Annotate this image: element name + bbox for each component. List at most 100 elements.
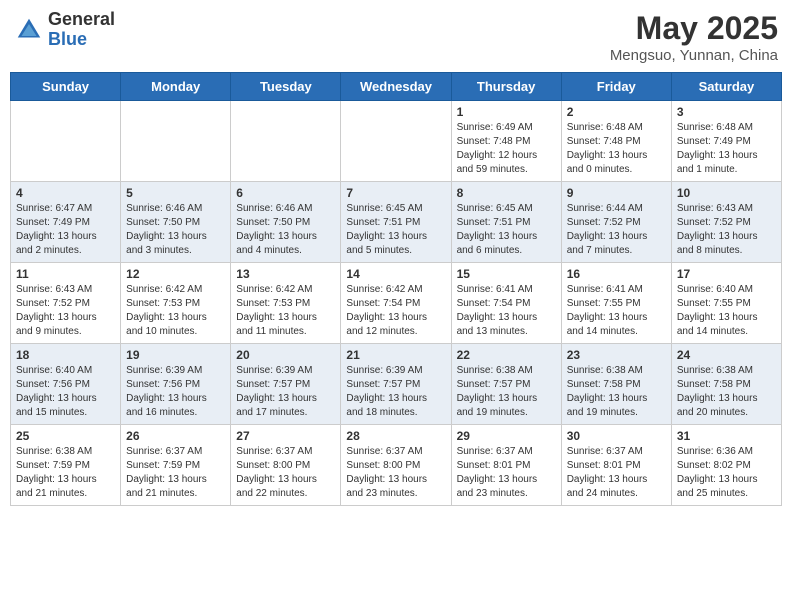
month-title: May 2025 bbox=[610, 10, 778, 47]
day-info: Sunrise: 6:42 AMSunset: 7:53 PMDaylight:… bbox=[236, 283, 335, 339]
day-info: Sunrise: 6:39 AMSunset: 7:57 PMDaylight:… bbox=[346, 364, 445, 420]
day-info: Sunrise: 6:45 AMSunset: 7:51 PMDaylight:… bbox=[457, 202, 556, 258]
day-number: 27 bbox=[236, 429, 335, 443]
calendar-cell: 18 Sunrise: 6:40 AMSunset: 7:56 PMDayligh… bbox=[11, 344, 121, 425]
calendar-cell: 26Sunrise: 6:37 AMSunset: 7:59 PMDayligh… bbox=[121, 425, 231, 506]
calendar-cell: 4 Sunrise: 6:47 AMSunset: 7:49 PMDaylight… bbox=[11, 182, 121, 263]
day-info: Sunrise: 6:37 AMSunset: 8:00 PMDaylight:… bbox=[236, 445, 335, 501]
day-number: 2 bbox=[567, 105, 666, 119]
day-number: 29 bbox=[457, 429, 556, 443]
day-info: Sunrise: 6:38 AMSunset: 7:58 PMDaylight:… bbox=[677, 364, 776, 420]
day-number: 19 bbox=[126, 348, 225, 362]
calendar-cell: 1Sunrise: 6:49 AMSunset: 7:48 PMDaylight… bbox=[451, 101, 561, 182]
day-info: Sunrise: 6:48 AMSunset: 7:49 PMDaylight:… bbox=[677, 121, 776, 177]
day-info: Sunrise: 6:41 AMSunset: 7:54 PMDaylight:… bbox=[457, 283, 556, 339]
day-info: Sunrise: 6:40 AMSunset: 7:55 PMDaylight:… bbox=[677, 283, 776, 339]
weekday-header-friday: Friday bbox=[561, 73, 671, 101]
calendar-cell: 17Sunrise: 6:40 AMSunset: 7:55 PMDayligh… bbox=[671, 263, 781, 344]
day-number: 3 bbox=[677, 105, 776, 119]
day-info: Sunrise: 6:46 AMSunset: 7:50 PMDaylight:… bbox=[236, 202, 335, 258]
calendar-cell: 21 Sunrise: 6:39 AMSunset: 7:57 PMDayligh… bbox=[341, 344, 451, 425]
day-info: Sunrise: 6:45 AMSunset: 7:51 PMDaylight:… bbox=[346, 202, 445, 258]
weekday-header-row: SundayMondayTuesdayWednesdayThursdayFrid… bbox=[11, 73, 782, 101]
calendar-cell: 15 Sunrise: 6:41 AMSunset: 7:54 PMDayligh… bbox=[451, 263, 561, 344]
day-info: Sunrise: 6:36 AMSunset: 8:02 PMDaylight:… bbox=[677, 445, 776, 501]
calendar-cell bbox=[341, 101, 451, 182]
day-number: 12 bbox=[126, 267, 225, 281]
day-info: Sunrise: 6:37 AMSunset: 8:00 PMDaylight:… bbox=[346, 445, 445, 501]
day-info: Sunrise: 6:39 AMSunset: 7:57 PMDaylight:… bbox=[236, 364, 335, 420]
day-number: 15 bbox=[457, 267, 556, 281]
calendar-cell bbox=[11, 101, 121, 182]
day-number: 7 bbox=[346, 186, 445, 200]
day-number: 31 bbox=[677, 429, 776, 443]
logo-icon bbox=[14, 15, 44, 45]
day-number: 30 bbox=[567, 429, 666, 443]
logo-text: General Blue bbox=[48, 10, 115, 50]
day-info: Sunrise: 6:46 AMSunset: 7:50 PMDaylight:… bbox=[126, 202, 225, 258]
day-number: 28 bbox=[346, 429, 445, 443]
day-info: Sunrise: 6:38 AMSunset: 7:57 PMDaylight:… bbox=[457, 364, 556, 420]
calendar-week-row: 18 Sunrise: 6:40 AMSunset: 7:56 PMDayligh… bbox=[11, 344, 782, 425]
calendar-cell: 5 Sunrise: 6:46 AMSunset: 7:50 PMDaylight… bbox=[121, 182, 231, 263]
calendar-cell: 23 Sunrise: 6:38 AMSunset: 7:58 PMDayligh… bbox=[561, 344, 671, 425]
logo: General Blue bbox=[14, 10, 115, 50]
day-number: 18 bbox=[16, 348, 115, 362]
day-number: 5 bbox=[126, 186, 225, 200]
calendar-cell: 19 Sunrise: 6:39 AMSunset: 7:56 PMDayligh… bbox=[121, 344, 231, 425]
day-info: Sunrise: 6:38 AMSunset: 7:58 PMDaylight:… bbox=[567, 364, 666, 420]
day-number: 8 bbox=[457, 186, 556, 200]
day-info: Sunrise: 6:43 AMSunset: 7:52 PMDaylight:… bbox=[16, 283, 115, 339]
calendar-cell: 2 Sunrise: 6:48 AMSunset: 7:48 PMDaylight… bbox=[561, 101, 671, 182]
day-number: 16 bbox=[567, 267, 666, 281]
day-number: 20 bbox=[236, 348, 335, 362]
day-number: 6 bbox=[236, 186, 335, 200]
weekday-header-wednesday: Wednesday bbox=[341, 73, 451, 101]
day-number: 14 bbox=[346, 267, 445, 281]
calendar-week-row: 4 Sunrise: 6:47 AMSunset: 7:49 PMDaylight… bbox=[11, 182, 782, 263]
logo-general: General bbox=[48, 10, 115, 30]
calendar-cell: 10Sunrise: 6:43 AMSunset: 7:52 PMDayligh… bbox=[671, 182, 781, 263]
weekday-header-saturday: Saturday bbox=[671, 73, 781, 101]
weekday-header-monday: Monday bbox=[121, 73, 231, 101]
calendar-cell: 13Sunrise: 6:42 AMSunset: 7:53 PMDayligh… bbox=[231, 263, 341, 344]
day-info: Sunrise: 6:47 AMSunset: 7:49 PMDaylight:… bbox=[16, 202, 115, 258]
day-number: 23 bbox=[567, 348, 666, 362]
calendar-cell: 3 Sunrise: 6:48 AMSunset: 7:49 PMDaylight… bbox=[671, 101, 781, 182]
calendar-cell: 20 Sunrise: 6:39 AMSunset: 7:57 PMDayligh… bbox=[231, 344, 341, 425]
day-info: Sunrise: 6:37 AMSunset: 8:01 PMDaylight:… bbox=[457, 445, 556, 501]
calendar-cell: 30 Sunrise: 6:37 AMSunset: 8:01 PMDayligh… bbox=[561, 425, 671, 506]
title-block: May 2025 Mengsuo, Yunnan, China bbox=[610, 10, 778, 64]
calendar-cell: 25 Sunrise: 6:38 AMSunset: 7:59 PMDayligh… bbox=[11, 425, 121, 506]
day-info: Sunrise: 6:38 AMSunset: 7:59 PMDaylight:… bbox=[16, 445, 115, 501]
calendar-cell: 14 Sunrise: 6:42 AMSunset: 7:54 PMDayligh… bbox=[341, 263, 451, 344]
calendar-cell: 24 Sunrise: 6:38 AMSunset: 7:58 PMDayligh… bbox=[671, 344, 781, 425]
calendar-cell: 28 Sunrise: 6:37 AMSunset: 8:00 PMDayligh… bbox=[341, 425, 451, 506]
day-info: Sunrise: 6:42 AMSunset: 7:54 PMDaylight:… bbox=[346, 283, 445, 339]
day-number: 4 bbox=[16, 186, 115, 200]
calendar-cell: 16Sunrise: 6:41 AMSunset: 7:55 PMDayligh… bbox=[561, 263, 671, 344]
day-number: 11 bbox=[16, 267, 115, 281]
page-header: General Blue May 2025 Mengsuo, Yunnan, C… bbox=[10, 10, 782, 64]
day-info: Sunrise: 6:48 AMSunset: 7:48 PMDaylight:… bbox=[567, 121, 666, 177]
weekday-header-tuesday: Tuesday bbox=[231, 73, 341, 101]
calendar-cell: 29 Sunrise: 6:37 AMSunset: 8:01 PMDayligh… bbox=[451, 425, 561, 506]
weekday-header-sunday: Sunday bbox=[11, 73, 121, 101]
day-number: 25 bbox=[16, 429, 115, 443]
calendar-cell: 6 Sunrise: 6:46 AMSunset: 7:50 PMDaylight… bbox=[231, 182, 341, 263]
calendar-cell: 8 Sunrise: 6:45 AMSunset: 7:51 PMDaylight… bbox=[451, 182, 561, 263]
day-number: 21 bbox=[346, 348, 445, 362]
calendar-cell: 27 Sunrise: 6:37 AMSunset: 8:00 PMDayligh… bbox=[231, 425, 341, 506]
calendar-cell: 9Sunrise: 6:44 AMSunset: 7:52 PMDaylight… bbox=[561, 182, 671, 263]
calendar-cell: 12Sunrise: 6:42 AMSunset: 7:53 PMDayligh… bbox=[121, 263, 231, 344]
day-info: Sunrise: 6:49 AMSunset: 7:48 PMDaylight:… bbox=[457, 121, 556, 177]
day-info: Sunrise: 6:40 AMSunset: 7:56 PMDaylight:… bbox=[16, 364, 115, 420]
calendar-cell: 22Sunrise: 6:38 AMSunset: 7:57 PMDayligh… bbox=[451, 344, 561, 425]
day-info: Sunrise: 6:37 AMSunset: 8:01 PMDaylight:… bbox=[567, 445, 666, 501]
day-number: 26 bbox=[126, 429, 225, 443]
location-subtitle: Mengsuo, Yunnan, China bbox=[610, 47, 778, 64]
day-info: Sunrise: 6:39 AMSunset: 7:56 PMDaylight:… bbox=[126, 364, 225, 420]
logo-blue: Blue bbox=[48, 30, 115, 50]
day-number: 24 bbox=[677, 348, 776, 362]
day-info: Sunrise: 6:43 AMSunset: 7:52 PMDaylight:… bbox=[677, 202, 776, 258]
